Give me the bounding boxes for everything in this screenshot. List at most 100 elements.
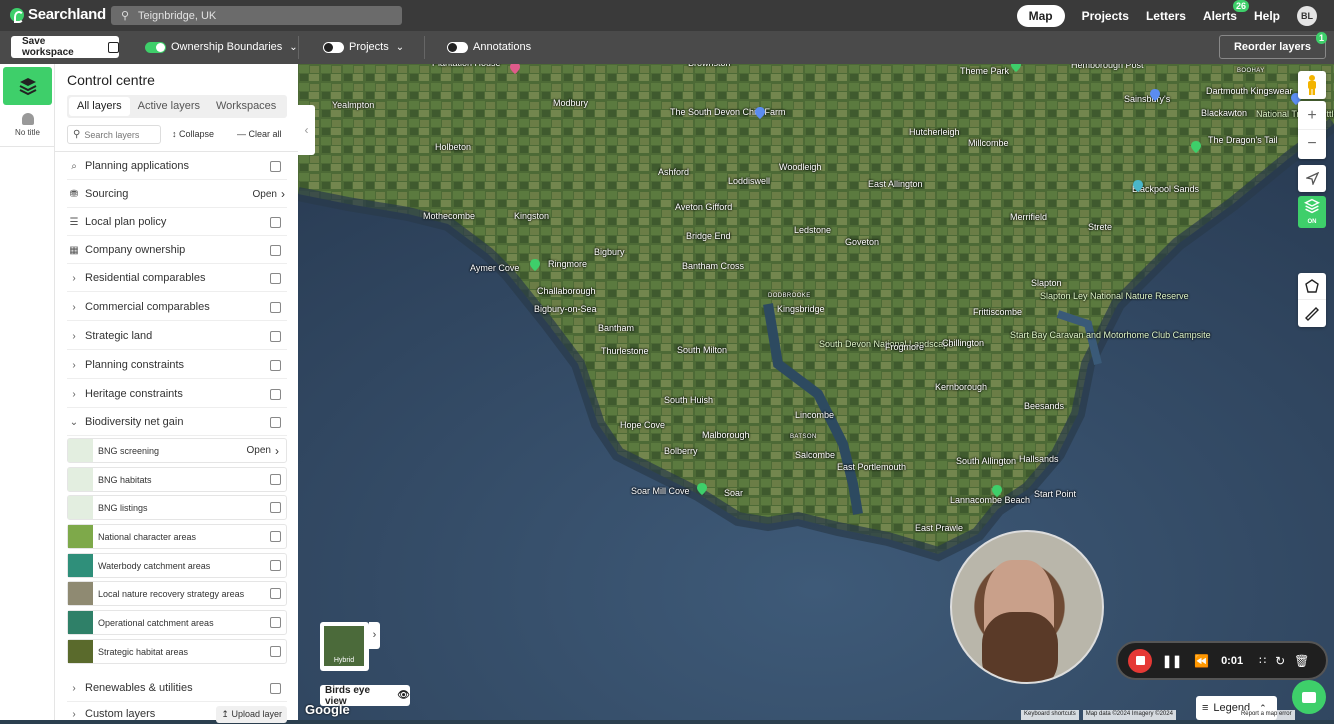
layer-search-input[interactable]: ⚲ Search layers [67,125,161,144]
searchland-logo[interactable]: Searchland [10,6,106,23]
layer-checkbox[interactable] [270,617,281,628]
location-search-input[interactable]: ⚲ Teignbridge, UK [111,6,402,25]
nav-letters[interactable]: Letters [1146,9,1186,23]
nav-help[interactable]: Help [1254,9,1280,23]
map-type-selector[interactable]: Hybrid [320,622,369,671]
nav-alerts[interactable]: Alerts 26 [1203,0,1249,23]
sublayer-row[interactable]: BNG screening Open › [67,438,287,463]
layer-row[interactable]: ⌕ Planning applications [67,153,287,180]
layers-toggle-button[interactable]: ON [1298,196,1326,228]
street-view-button[interactable] [1298,71,1326,99]
layer-row-renewables[interactable]: › Renewables & utilities [67,675,287,702]
left-rail: No title [0,64,55,720]
sublayer-row[interactable]: BNG listings [67,495,287,520]
open-link[interactable]: Open [253,189,277,200]
webcam-bubble[interactable] [950,530,1104,684]
collapse-button[interactable]: ↕ Collapse [172,129,214,139]
layer-checkbox[interactable] [270,416,281,428]
projects-toggle[interactable]: Projects ⌄ [323,41,404,53]
grid-dots-icon[interactable]: ∷ [1259,654,1266,667]
layer-checkbox[interactable] [270,531,281,542]
sublayer-row[interactable]: National character areas [67,524,287,549]
layer-checkbox[interactable] [270,388,281,400]
restart-icon[interactable]: ↻ [1275,654,1285,668]
chevron-down-icon[interactable]: ⌄ [396,42,404,53]
clear-all-button[interactable]: — Clear all [237,129,282,139]
zoom-out-button[interactable]: − [1298,130,1326,159]
workspace-profile[interactable]: No title [0,109,55,147]
layer-checkbox[interactable] [270,301,281,313]
stop-recording-button[interactable] [1128,648,1152,673]
map-pin-icon[interactable] [1150,89,1160,101]
layer-row[interactable]: › Commercial comparables [67,294,287,321]
layer-row[interactable]: ☰ Local plan policy [67,209,287,236]
map-pin-icon[interactable] [755,107,765,119]
pause-icon[interactable]: ❚❚ [1162,654,1182,668]
map-pin-icon[interactable] [697,483,707,495]
satellite-map[interactable]: Plantation House Brownston Theme Park Hembo… [298,64,1334,720]
tab-workspaces[interactable]: Workspaces [208,97,284,116]
nav-projects[interactable]: Projects [1082,9,1129,23]
layer-row[interactable]: › Residential comparables [67,265,287,292]
place-label: Bantham [598,323,635,333]
map-pin-icon[interactable] [530,259,540,271]
layer-checkbox[interactable] [270,502,281,513]
layer-checkbox[interactable] [270,160,281,172]
measure-button[interactable] [1298,300,1326,327]
layer-row-custom[interactable]: › Custom layers ↥ Upload layer [67,704,287,724]
trash-icon[interactable]: 🗑 [1294,654,1309,668]
layer-checkbox[interactable] [270,359,281,371]
map-pin-icon[interactable] [992,485,1002,497]
layer-row[interactable]: › Planning constraints [67,352,287,379]
sublayer-row[interactable]: Strategic habitat areas [67,639,287,664]
user-avatar[interactable]: BL [1297,5,1317,26]
layers-rail-button[interactable] [3,67,52,105]
map-pin-icon[interactable] [1011,64,1021,72]
ownership-boundaries-toggle[interactable]: Ownership Boundaries ⌄ [145,41,298,53]
layer-checkbox[interactable] [270,244,281,256]
collapse-panel-handle[interactable]: ‹ [298,105,315,155]
save-workspace-button[interactable]: Save workspace [11,36,119,58]
tab-active-layers[interactable]: Active layers [130,97,208,116]
layer-checkbox[interactable] [270,560,281,571]
chat-button[interactable] [1292,680,1326,714]
chevron-down-icon[interactable]: ⌄ [289,42,297,53]
sublayer-row[interactable]: BNG habitats [67,467,287,492]
zoom-in-button[interactable]: + [1298,101,1326,130]
layer-checkbox[interactable] [270,682,281,694]
map-pin-icon[interactable] [510,64,520,74]
open-link[interactable]: Open [247,445,271,456]
layer-checkbox[interactable] [270,330,281,342]
layer-row[interactable]: › Heritage constraints [67,381,287,408]
sublayer-row[interactable]: Operational catchment areas [67,610,287,635]
keyboard-shortcuts-link[interactable]: Keyboard shortcuts [1021,710,1079,720]
layer-checkbox[interactable] [270,588,281,599]
map-attribution: Keyboard shortcuts Map data ©2024 Imager… [1021,710,1295,720]
layer-checkbox[interactable] [270,272,281,284]
toggle-switch[interactable] [323,41,344,53]
layer-checkbox[interactable] [270,646,281,657]
toggle-switch[interactable] [145,41,166,53]
report-map-error-link[interactable]: Report a map error [1237,710,1295,720]
draw-polygon-button[interactable] [1298,273,1326,300]
rewind-icon[interactable]: ⏪ [1194,654,1209,668]
layer-row[interactable]: ⌄ Biodiversity net gain [67,409,287,436]
map-type-expand[interactable]: › [369,622,380,649]
nav-map[interactable]: Map [1016,4,1065,27]
annotations-toggle[interactable]: Annotations [447,41,531,53]
map-pin-icon[interactable] [1191,141,1201,153]
layer-checkbox[interactable] [270,216,281,228]
layer-row[interactable]: ⛃ Sourcing Open › [67,181,287,208]
toggle-switch[interactable] [447,41,468,53]
tab-all-layers[interactable]: All layers [69,97,130,116]
layer-row[interactable]: › Strategic land [67,323,287,350]
place-label: Slapton [1031,278,1062,288]
map-pin-icon[interactable] [1133,180,1143,192]
sublayer-row[interactable]: Waterbody catchment areas [67,553,287,578]
sublayer-row[interactable]: Local nature recovery strategy areas [67,581,287,606]
layer-checkbox[interactable] [270,474,281,485]
upload-layer-button[interactable]: ↥ Upload layer [216,706,287,723]
reorder-layers-button[interactable]: Reorder layers [1219,35,1326,59]
layer-row[interactable]: ▦ Company ownership [67,237,287,264]
locate-button[interactable] [1298,165,1326,192]
